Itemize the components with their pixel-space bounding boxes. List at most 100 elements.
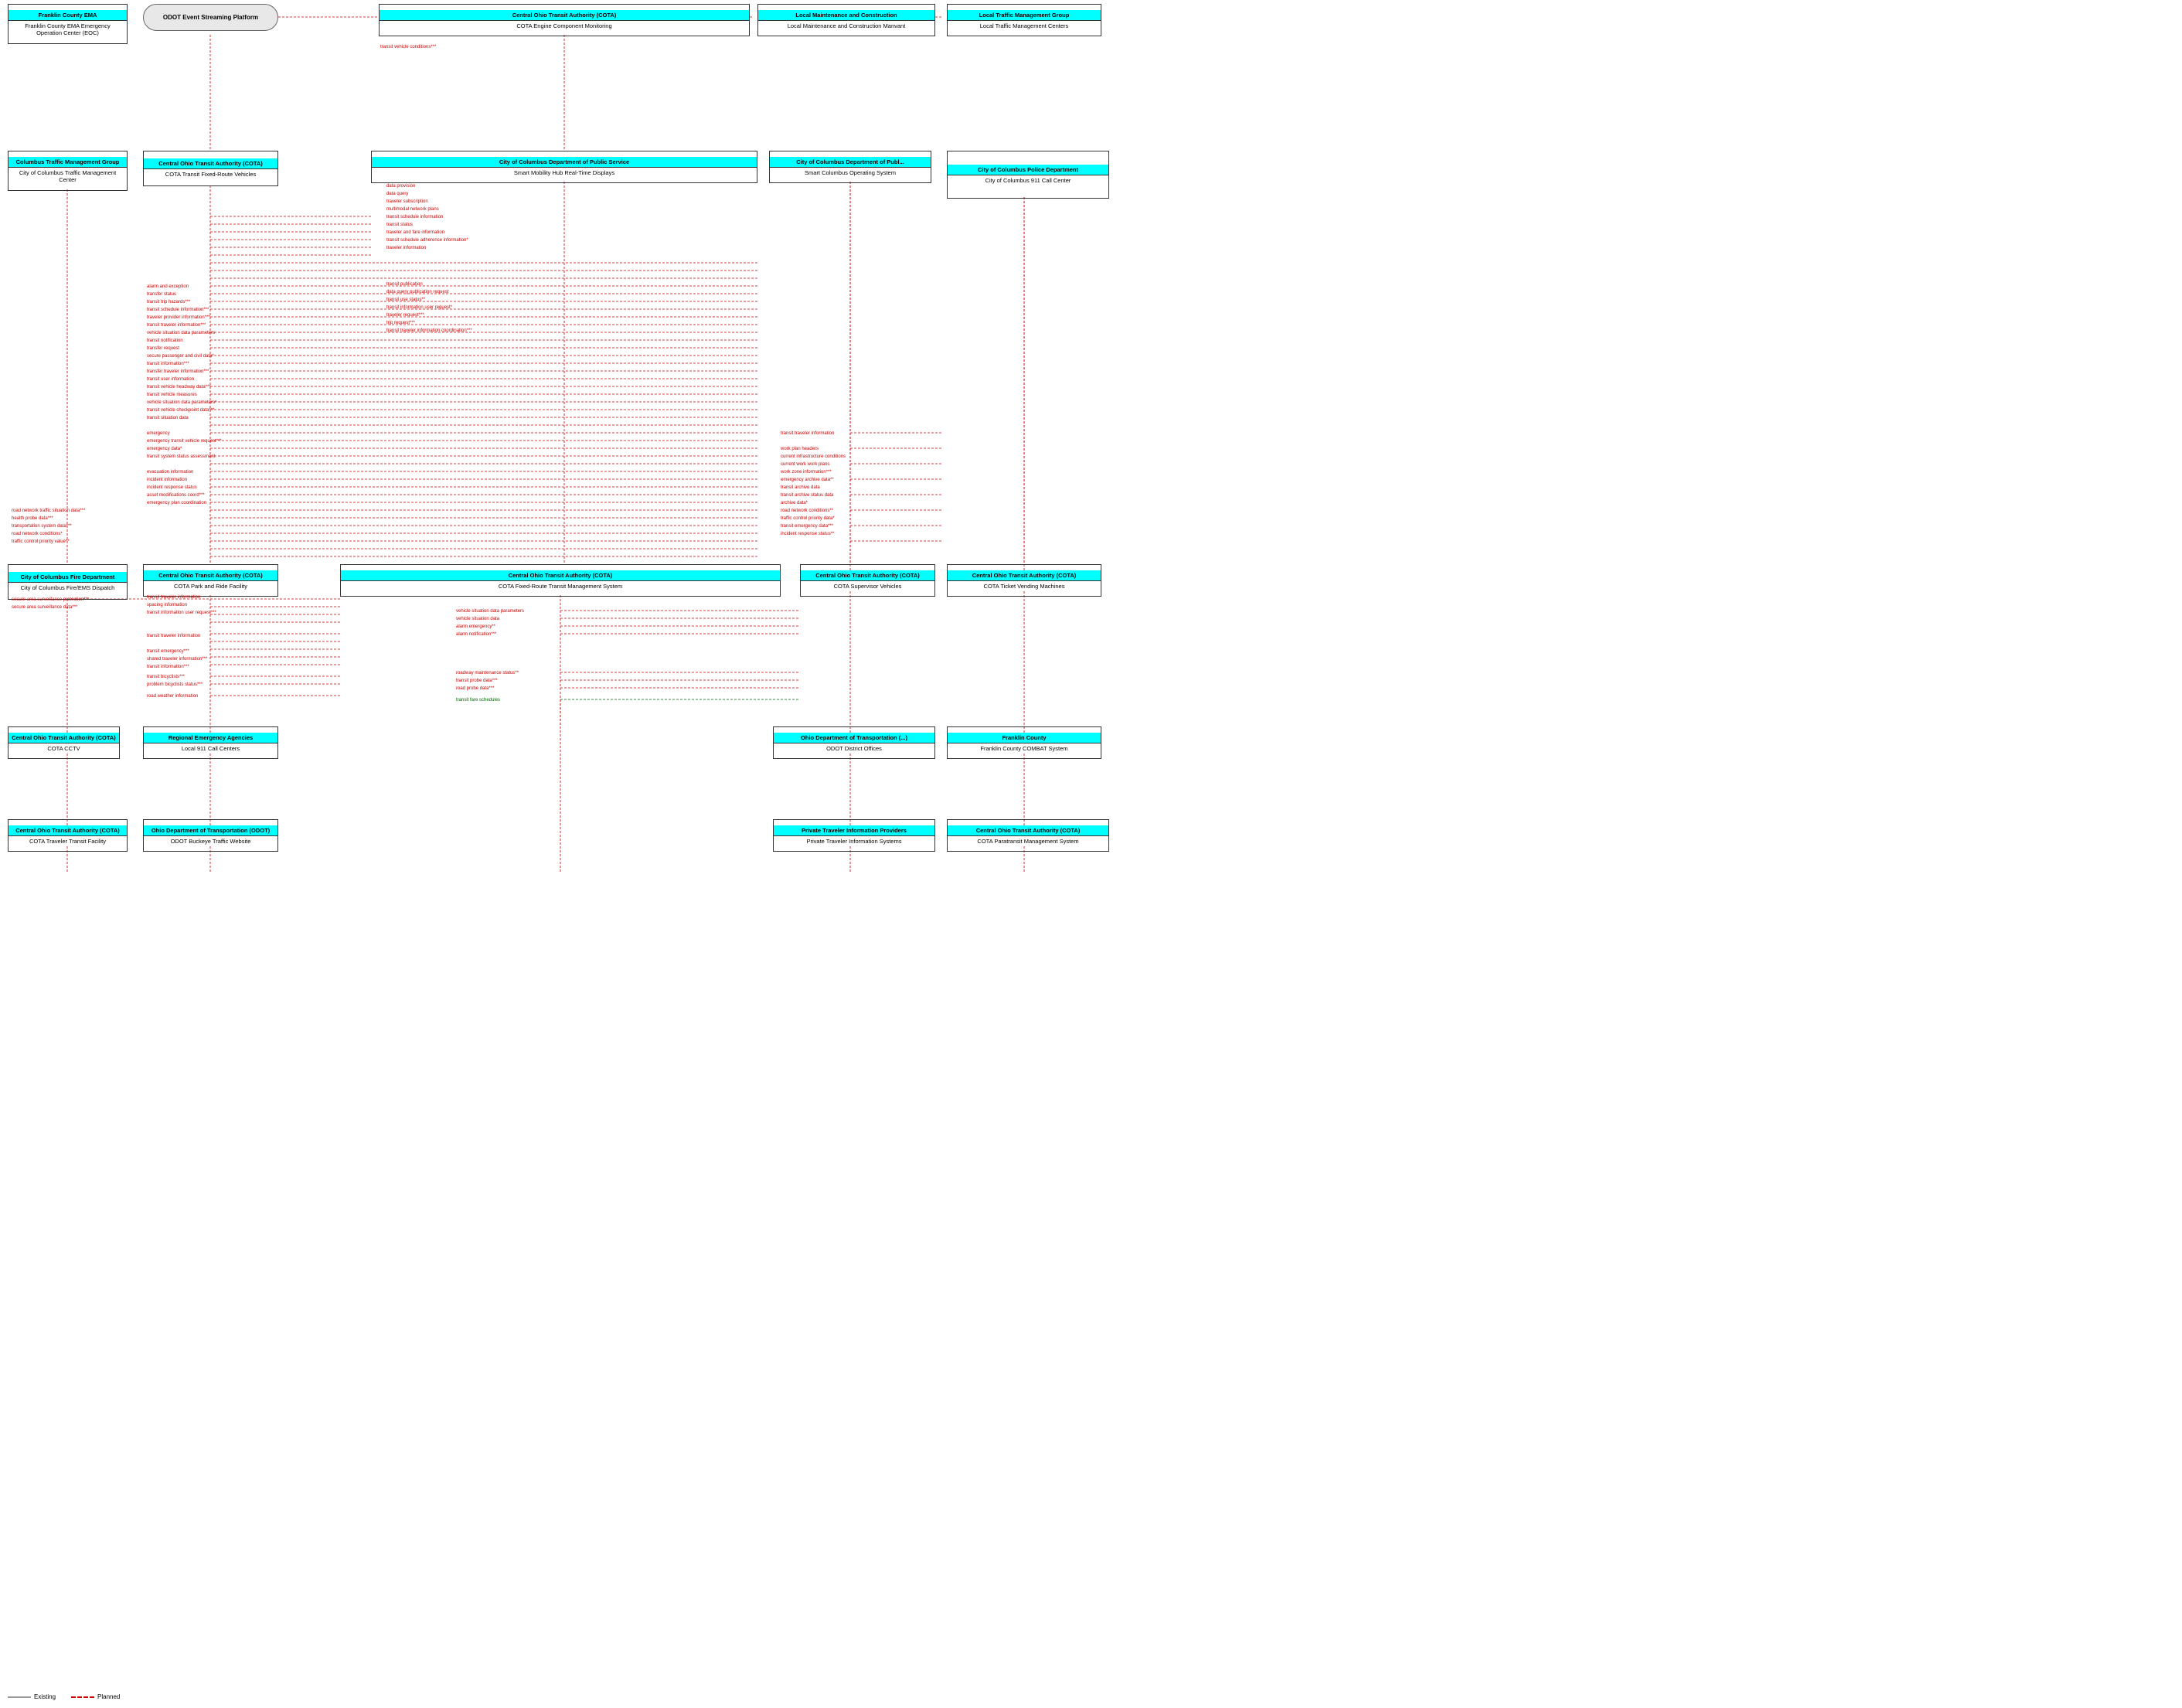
flow-label-transit-archive: transit archive data	[781, 485, 820, 490]
flow-label-road-weather: road weather information	[147, 694, 198, 699]
flow-label-work-plan-headers: work plan headers	[781, 447, 819, 451]
flow-label-road-probe: road probe data***	[456, 686, 494, 691]
odot-buckeye-node: Ohio Department of Transportation (ODOT)…	[143, 819, 278, 852]
flow-label-transit-archive-status: transit archive status data	[781, 493, 833, 498]
flow-label-transit-traveler-info2: transit traveler information	[147, 634, 200, 638]
cota-cctv-header: Central Ohio Transit Authority (COTA)	[9, 733, 119, 743]
local-maintenance-node: Local Maintenance and Construction Local…	[757, 4, 935, 36]
flow-label-transit-vehicle-headway: transit vehicle headway data***	[147, 385, 211, 390]
cota-fixed-route-tms-header: Central Ohio Transit Authority (COTA)	[341, 570, 780, 581]
flow-label-traveler-provider-info: traveler provider information***	[147, 315, 210, 320]
flow-label-transit-vehicle-checkpoint: transit vehicle checkpoint data***	[147, 408, 214, 413]
columbus-police-body: City of Columbus 911 Call Center	[948, 175, 1108, 185]
flow-label-shared-traveler-info: shared traveler information***	[147, 657, 207, 662]
flow-label-vehicle-situation-params2: vehicle situation data parameters*	[147, 400, 216, 405]
columbus-traffic-node: Columbus Traffic Management Group City o…	[8, 151, 128, 191]
flow-label-transit-schedule-adherence: transit schedule adherence information*	[386, 238, 468, 243]
flow-label-traveler-info: traveler information	[386, 246, 426, 250]
flow-label-transfer-status: transfer status	[147, 292, 176, 297]
cota-engine-node: Central Ohio Transit Authority (COTA) CO…	[379, 4, 750, 36]
flow-label-vehicle-situation-data-params-lower: vehicle situation data parameters	[456, 609, 524, 614]
cota-fixed-route-vehicles-body: COTA Transit Fixed-Route Vehicles	[144, 169, 277, 179]
legend-planned-label: Planned	[97, 1693, 120, 1700]
cota-ticket-vending-body: COTA Ticket Vending Machines	[948, 581, 1101, 591]
cota-supervisor-node: Central Ohio Transit Authority (COTA) CO…	[800, 564, 935, 597]
odot-streaming-label: ODOT Event Streaming Platform	[163, 14, 258, 21]
franklin-ema-node: Franklin County EMA Franklin County EMA …	[8, 4, 128, 44]
flow-label-current-work-plans: current work work plans	[781, 462, 829, 467]
flow-label-transit-fare-schedules: transit fare schedules	[456, 698, 500, 703]
flow-label-secure-area-surveillance: secure area surveillance protection***	[12, 597, 89, 602]
flow-label-transit-schedule-info: transit schedule information	[386, 215, 443, 219]
cota-supervisor-body: COTA Supervisor Vehicles	[801, 581, 934, 591]
columbus-fire-body: City of Columbus Fire/EMS Dispatch	[9, 583, 127, 593]
private-traveler-node: Private Traveler Information Providers P…	[773, 819, 935, 852]
flow-label-alarm-exception: alarm and exception	[147, 284, 189, 289]
cota-engine-header: Central Ohio Transit Authority (COTA)	[380, 10, 749, 21]
flow-label-traveler-fare: traveler and fare information	[386, 230, 444, 235]
flow-label-transit-vehicle-conditions: transit vehicle conditions***	[380, 45, 436, 49]
flow-label-transit-publication: transit publication	[386, 282, 423, 287]
diagram-container: Franklin County EMA Franklin County EMA …	[0, 0, 2182, 1708]
cota-paratransit-body: COTA Paratransit Management System	[948, 836, 1108, 846]
flow-label-alarm-notification: alarm notification***	[456, 632, 496, 637]
odot-district-header: Ohio Department of Transportation (...)	[774, 733, 934, 743]
cota-ticket-vending-header: Central Ohio Transit Authority (COTA)	[948, 570, 1101, 581]
flow-label-problem-bicyclists: problem bicyclists status***	[147, 682, 203, 687]
flow-label-spacing-info: spacing information	[147, 603, 187, 607]
cota-traveler-header: Central Ohio Transit Authority (COTA)	[9, 825, 127, 836]
flow-label-transit-vehicle-measures: transit vehicle measures	[147, 393, 197, 397]
flow-label-transit-trip-hazards: transit trip hazards***	[147, 300, 190, 305]
columbus-police-node: City of Columbus Police Department City …	[947, 151, 1109, 199]
flow-label-traveler-request: traveler request***	[386, 313, 424, 318]
flow-label-transit-info-user-req-lower: transit information user request***	[147, 611, 216, 615]
flow-label-health-probe: health probe data***	[12, 516, 53, 521]
franklin-ema-header: Franklin County EMA	[9, 10, 127, 21]
flow-label-transit-use-status: transit use status**	[386, 298, 425, 302]
regional-emergency-node: Regional Emergency Agencies Local 911 Ca…	[143, 726, 278, 759]
legend-planned: Planned	[71, 1693, 120, 1700]
cota-traveler-body: COTA Traveler Transit Facility	[9, 836, 127, 846]
flow-label-traveler-subscription: traveler subscription	[386, 199, 428, 204]
smart-columbus-os-header: City of Columbus Department of Publ...	[770, 157, 931, 168]
flow-label-road-network-traffic: road network traffic situation data***	[12, 509, 85, 513]
cota-ticket-vending-node: Central Ohio Transit Authority (COTA) CO…	[947, 564, 1101, 597]
smart-mobility-body: Smart Mobility Hub Real-Time Displays	[372, 168, 757, 178]
cota-fixed-route-tms-node: Central Ohio Transit Authority (COTA) CO…	[340, 564, 781, 597]
private-traveler-header: Private Traveler Information Providers	[774, 825, 934, 836]
flow-label-transit-notification: transit notification	[147, 339, 183, 343]
flow-label-transit-info-lower: transit information***	[147, 665, 189, 669]
smart-mobility-header: City of Columbus Department of Public Se…	[372, 157, 757, 168]
local-maintenance-body: Local Maintenance and Construction Manva…	[758, 21, 934, 31]
flow-label-transfer-traveler-info: transfer traveler information***	[147, 369, 209, 374]
legend: Existing Planned	[8, 1693, 120, 1700]
smart-mobility-node: City of Columbus Department of Public Se…	[371, 151, 757, 183]
flow-label-transit-traveler-info-park: transit traveler information	[147, 595, 200, 600]
flow-label-transit-system-status: transit system status assessment	[147, 454, 215, 459]
flow-label-transit-emergency-lower: transit emergency***	[147, 649, 189, 654]
local-maintenance-header: Local Maintenance and Construction	[758, 10, 934, 21]
cota-supervisor-header: Central Ohio Transit Authority (COTA)	[801, 570, 934, 581]
flow-label-traffic-control-priority-data: traffic control priority data*	[781, 516, 835, 521]
columbus-traffic-body: City of Columbus Traffic Management Cent…	[9, 168, 127, 185]
flow-label-transit-schedule-info2: transit schedule information***	[147, 308, 209, 312]
columbus-fire-node: City of Columbus Fire Department City of…	[8, 564, 128, 600]
flow-label-data-query: data query	[386, 192, 408, 196]
flow-label-alarm-emergency: alarm emergency**	[456, 624, 495, 629]
flow-label-archive-data: archive data*	[781, 501, 808, 505]
flow-label-roadway-maintenance: roadway maintenance status**	[456, 671, 519, 675]
smart-columbus-os-node: City of Columbus Department of Publ... S…	[769, 151, 931, 183]
odot-district-body: ODOT District Offices	[774, 743, 934, 754]
flow-label-incident-response-right: incident response status**	[781, 532, 834, 536]
flow-label-transportation-system-data: transportation system data***	[12, 524, 72, 529]
flow-label-transit-bicyclists: transit bicyclists***	[147, 675, 185, 679]
flow-label-emergency-data: emergency data*	[147, 447, 182, 451]
franklin-ema-body: Franklin County EMA Emergency Operation …	[9, 21, 127, 38]
regional-emergency-header: Regional Emergency Agencies	[144, 733, 277, 743]
flow-label-transit-situation-data: transit situation data	[147, 416, 189, 420]
cota-fixed-route-vehicles-header: Central Ohio Transit Authority (COTA)	[144, 158, 277, 169]
odot-district-node: Ohio Department of Transportation (...) …	[773, 726, 935, 759]
flow-label-multimodal: multimodal network plans	[386, 207, 439, 212]
cota-fixed-route-vehicles-node: Central Ohio Transit Authority (COTA) CO…	[143, 151, 278, 186]
flow-label-emergency-archive: emergency archive data**	[781, 478, 834, 482]
